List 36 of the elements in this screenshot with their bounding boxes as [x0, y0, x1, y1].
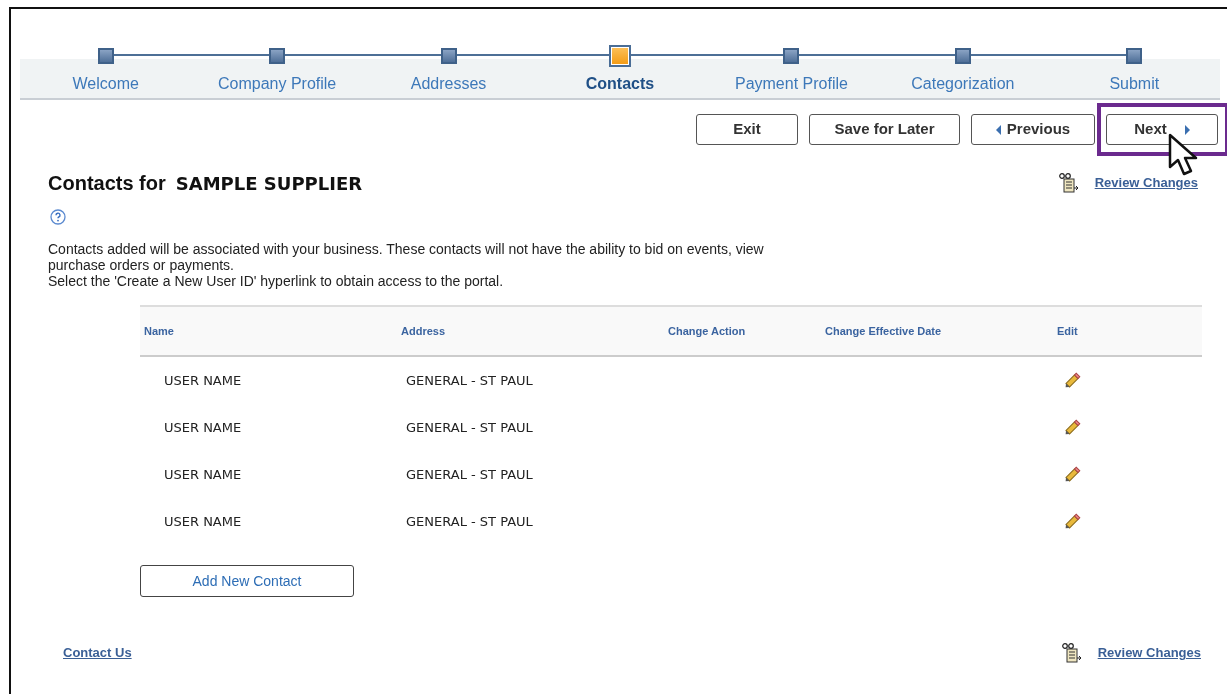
- column-header: Edit: [1057, 323, 1079, 339]
- table-cell-text: GENERAL - ST PAUL: [406, 418, 534, 437]
- page-heading: Contacts for SAMPLE SUPPLIER: [48, 171, 363, 195]
- column-header: Name: [144, 323, 175, 339]
- table-cell-text: USER NAME: [164, 465, 243, 484]
- column-header: Change Effective Date: [825, 323, 943, 339]
- table-cell-text: USER NAME: [164, 371, 243, 390]
- table-cell-text: GENERAL - ST PAUL: [406, 465, 534, 484]
- table-cell-text: USER NAME: [164, 512, 243, 531]
- caret-icon: [1184, 124, 1190, 135]
- help-icon[interactable]: [50, 209, 66, 225]
- table-cell-text: GENERAL - ST PAUL: [406, 371, 534, 390]
- caret-icon: [995, 124, 1001, 135]
- nav-button[interactable]: Exit: [696, 114, 798, 145]
- step-label[interactable]: Contacts: [585, 72, 655, 96]
- step-label[interactable]: Company Profile: [218, 72, 337, 96]
- step-label[interactable]: Payment Profile: [734, 72, 848, 96]
- nav-button[interactable]: Save for Later: [809, 114, 960, 145]
- column-header: Change Action: [668, 323, 747, 339]
- review-icon: [1058, 173, 1079, 193]
- description-text: Contacts added will be associated with your business. These contacts will not have the ability to bid on events, view purchase orders or payments.: [48, 241, 765, 273]
- step-label[interactable]: Welcome: [72, 72, 139, 96]
- review-icon: [1061, 643, 1082, 663]
- review-changes-link[interactable]: Review Changes: [1094, 173, 1198, 193]
- nav-button[interactable]: Next: [1106, 114, 1218, 145]
- table-cell-text: USER NAME: [164, 418, 243, 437]
- step-label[interactable]: Submit: [1109, 72, 1160, 96]
- column-header: Address: [401, 323, 447, 339]
- review-changes-link[interactable]: Review Changes: [1097, 643, 1201, 663]
- step-label[interactable]: Categorization: [911, 72, 1015, 96]
- add-contact-button[interactable]: Add New Contact: [140, 565, 354, 597]
- nav-button[interactable]: Previous: [971, 114, 1095, 145]
- table-cell-text: GENERAL - ST PAUL: [406, 512, 534, 531]
- contact-us-link[interactable]: Contact Us: [63, 643, 132, 663]
- description-text: Select the 'Create a New User ID' hyperlink to obtain access to the portal.: [48, 273, 505, 289]
- step-label[interactable]: Addresses: [410, 72, 487, 96]
